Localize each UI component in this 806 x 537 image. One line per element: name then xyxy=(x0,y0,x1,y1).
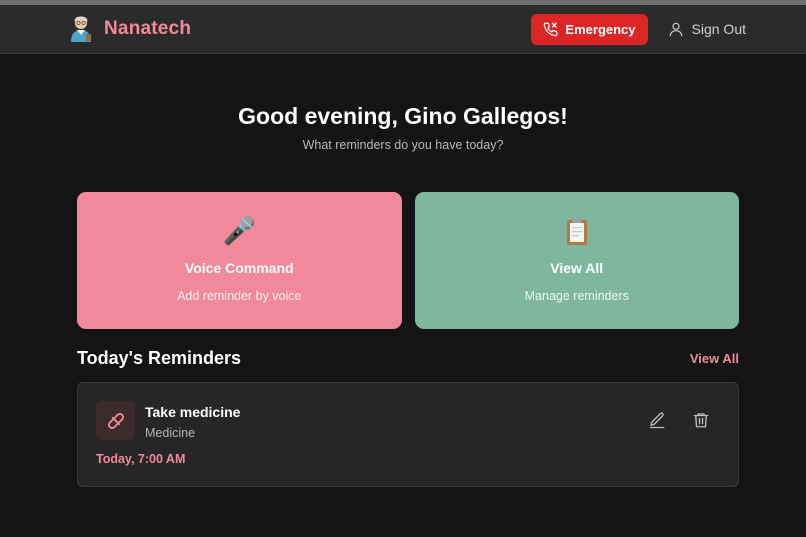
reminder-title: Take medicine xyxy=(145,404,241,420)
clipboard-icon xyxy=(562,216,592,246)
quick-actions: 🎤 Voice Command Add reminder by voice Vi… xyxy=(77,192,739,329)
edit-icon[interactable] xyxy=(648,411,666,429)
voice-command-title: Voice Command xyxy=(184,260,294,276)
greeting: Good evening, Gino Gallegos! What remind… xyxy=(0,103,806,152)
phone-icon xyxy=(544,22,558,36)
todays-reminders-header: Today's Reminders View All xyxy=(77,348,739,369)
view-all-card[interactable]: View All Manage reminders xyxy=(414,192,739,329)
app-header: Nanatech Emergency Sign Out xyxy=(0,5,806,54)
section-title: Today's Reminders xyxy=(77,348,241,368)
emergency-label: Emergency xyxy=(565,21,636,37)
view-all-title: View All xyxy=(550,260,604,276)
reminder-card[interactable]: Take medicine Medicine Today, 7:00 AM xyxy=(77,382,739,487)
trash-icon[interactable] xyxy=(692,411,710,429)
pill-icon xyxy=(96,401,135,440)
greeting-subtitle: What reminders do you have today? xyxy=(302,138,504,152)
grandma-logo-icon xyxy=(71,16,91,42)
sign-out-label: Sign Out xyxy=(691,21,746,37)
sign-out-button[interactable]: Sign Out xyxy=(668,21,746,37)
view-all-link[interactable]: View All xyxy=(690,351,739,366)
reminder-category: Medicine xyxy=(145,426,196,440)
microphone-icon: 🎤 xyxy=(222,216,257,246)
greeting-title: Good evening, Gino Gallegos! xyxy=(238,103,568,129)
voice-command-card[interactable]: 🎤 Voice Command Add reminder by voice xyxy=(77,192,402,329)
emergency-button[interactable]: Emergency xyxy=(531,13,648,45)
user-icon xyxy=(669,22,682,37)
view-all-subtitle: Manage reminders xyxy=(524,289,629,303)
brand-name: Nanatech xyxy=(104,18,192,39)
voice-command-subtitle: Add reminder by voice xyxy=(177,289,302,303)
brand[interactable]: Nanatech xyxy=(68,15,191,43)
reminder-time: Today, 7:00 AM xyxy=(96,452,186,466)
